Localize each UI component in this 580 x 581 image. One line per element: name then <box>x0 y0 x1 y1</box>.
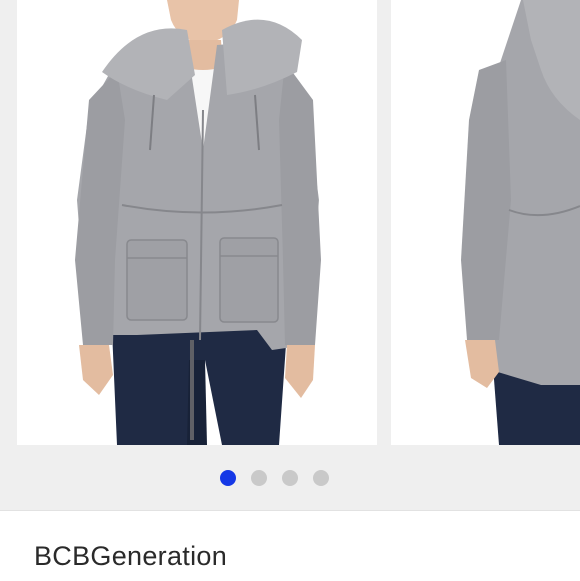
image-carousel[interactable] <box>0 0 580 510</box>
carousel-dot-3[interactable] <box>281 470 298 486</box>
jacket-back-image <box>391 0 580 445</box>
jacket-front-image <box>17 0 377 445</box>
product-info-panel: BCBGeneration <box>0 510 580 581</box>
product-image-back[interactable] <box>391 0 580 445</box>
brand-name[interactable]: BCBGeneration <box>34 541 227 572</box>
carousel-dot-2[interactable] <box>250 470 267 486</box>
carousel-dot-4[interactable] <box>312 470 329 486</box>
carousel-pagination <box>0 470 564 488</box>
product-image-front[interactable] <box>17 0 377 445</box>
carousel-dot-1[interactable] <box>219 470 236 486</box>
